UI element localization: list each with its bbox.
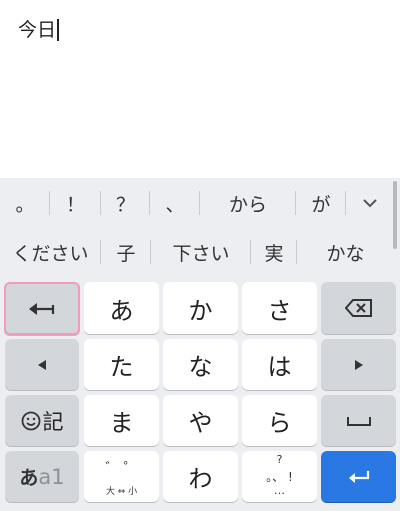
candidate-label: 。 bbox=[15, 193, 35, 216]
cursor-left-key[interactable] bbox=[5, 339, 79, 390]
key-label: わ bbox=[188, 465, 213, 493]
cursor-right-icon bbox=[354, 359, 363, 370]
punct-top: ? bbox=[276, 453, 283, 466]
expand-candidates-button[interactable] bbox=[346, 179, 394, 227]
enter-key[interactable] bbox=[321, 451, 396, 502]
candidate-label: ！ bbox=[65, 193, 85, 216]
candidate-label: 、 bbox=[165, 193, 185, 216]
key-label: あ bbox=[109, 296, 134, 325]
key-label: や bbox=[188, 409, 213, 437]
candidate-label: から bbox=[228, 193, 267, 216]
kigou-label: 記 bbox=[42, 409, 64, 434]
key-label: ま bbox=[109, 409, 134, 437]
backspace-key[interactable] bbox=[321, 282, 396, 334]
key-label: た bbox=[109, 353, 134, 381]
undo-arrow-icon bbox=[29, 302, 55, 315]
candidate-item[interactable]: ！ bbox=[50, 179, 101, 227]
dakuten-top: ゛ ゜ bbox=[105, 461, 138, 477]
editor-text-line: 今日 bbox=[18, 18, 60, 42]
input-mode-label: あa1 bbox=[19, 463, 64, 490]
cursor-left-icon bbox=[38, 359, 46, 370]
key-ra[interactable]: ら bbox=[242, 395, 317, 446]
candidate-label: ？ bbox=[115, 193, 135, 216]
space-key[interactable] bbox=[321, 395, 396, 446]
mode-main: あ bbox=[19, 467, 39, 489]
smiley-icon bbox=[21, 411, 40, 430]
key-ha[interactable]: は bbox=[242, 339, 317, 390]
key-label: な bbox=[188, 353, 213, 381]
key-label: さ bbox=[267, 296, 292, 325]
key-ta[interactable]: た bbox=[84, 339, 159, 390]
undo-key[interactable] bbox=[4, 282, 80, 335]
key-ma[interactable]: ま bbox=[84, 395, 159, 446]
dakuten-key[interactable]: ゛ ゜ 大 ⇔ 小 bbox=[84, 451, 159, 502]
candidate-item[interactable]: 子 bbox=[101, 228, 151, 276]
candidate-label: ください bbox=[12, 242, 89, 265]
kigou-key[interactable]: 記 bbox=[5, 395, 79, 446]
candidate-row-2: ください 子 下さい 実 かな bbox=[0, 228, 394, 276]
candidate-label: かな bbox=[326, 242, 365, 265]
backspace-icon bbox=[344, 299, 372, 317]
chevron-down-icon bbox=[363, 199, 377, 208]
key-ya[interactable]: や bbox=[163, 395, 238, 446]
text-caret bbox=[57, 19, 60, 41]
punct-bottom: … bbox=[274, 484, 285, 497]
space-icon bbox=[346, 416, 371, 426]
punctuation-key[interactable]: ? 。、 ! … bbox=[242, 451, 317, 502]
key-label: は bbox=[267, 353, 292, 381]
punct-mid: 。、 ! bbox=[266, 470, 293, 484]
candidate-label: 下さい bbox=[172, 242, 230, 265]
kigou-content: 記 bbox=[21, 406, 64, 436]
candidate-row-1: 。 ！ ？ 、 から が bbox=[0, 179, 394, 227]
candidate-label: が bbox=[311, 193, 331, 216]
candidate-item[interactable]: ください bbox=[0, 228, 101, 276]
candidate-item[interactable]: 。 bbox=[0, 179, 50, 227]
input-mode-key[interactable]: あa1 bbox=[5, 451, 79, 502]
candidate-item[interactable]: 実 bbox=[251, 228, 297, 276]
candidate-label: 実 bbox=[264, 242, 284, 265]
editor-text: 今日 bbox=[18, 19, 57, 41]
cursor-right-key[interactable] bbox=[321, 339, 396, 390]
key-label: か bbox=[188, 296, 213, 325]
enter-icon bbox=[348, 470, 369, 483]
candidate-item[interactable]: 、 bbox=[150, 179, 200, 227]
text-area[interactable]: 今日 bbox=[0, 0, 400, 178]
key-label: ら bbox=[267, 409, 292, 437]
dakuten-bottom: 大 ⇔ 小 bbox=[105, 487, 138, 497]
candidate-item[interactable]: が bbox=[296, 179, 346, 227]
candidate-item[interactable]: かな bbox=[297, 228, 394, 276]
candidate-item[interactable]: 下さい bbox=[151, 228, 251, 276]
candidate-label: 子 bbox=[116, 242, 136, 265]
key-na[interactable]: な bbox=[163, 339, 238, 390]
key-a[interactable]: あ bbox=[84, 282, 159, 334]
candidate-item[interactable]: から bbox=[200, 179, 296, 227]
key-ka[interactable]: か bbox=[163, 282, 238, 334]
candidate-item[interactable]: ？ bbox=[101, 179, 150, 227]
key-wa[interactable]: わ bbox=[163, 451, 238, 502]
mode-sub: a1 bbox=[38, 465, 65, 489]
key-sa[interactable]: さ bbox=[242, 282, 317, 334]
